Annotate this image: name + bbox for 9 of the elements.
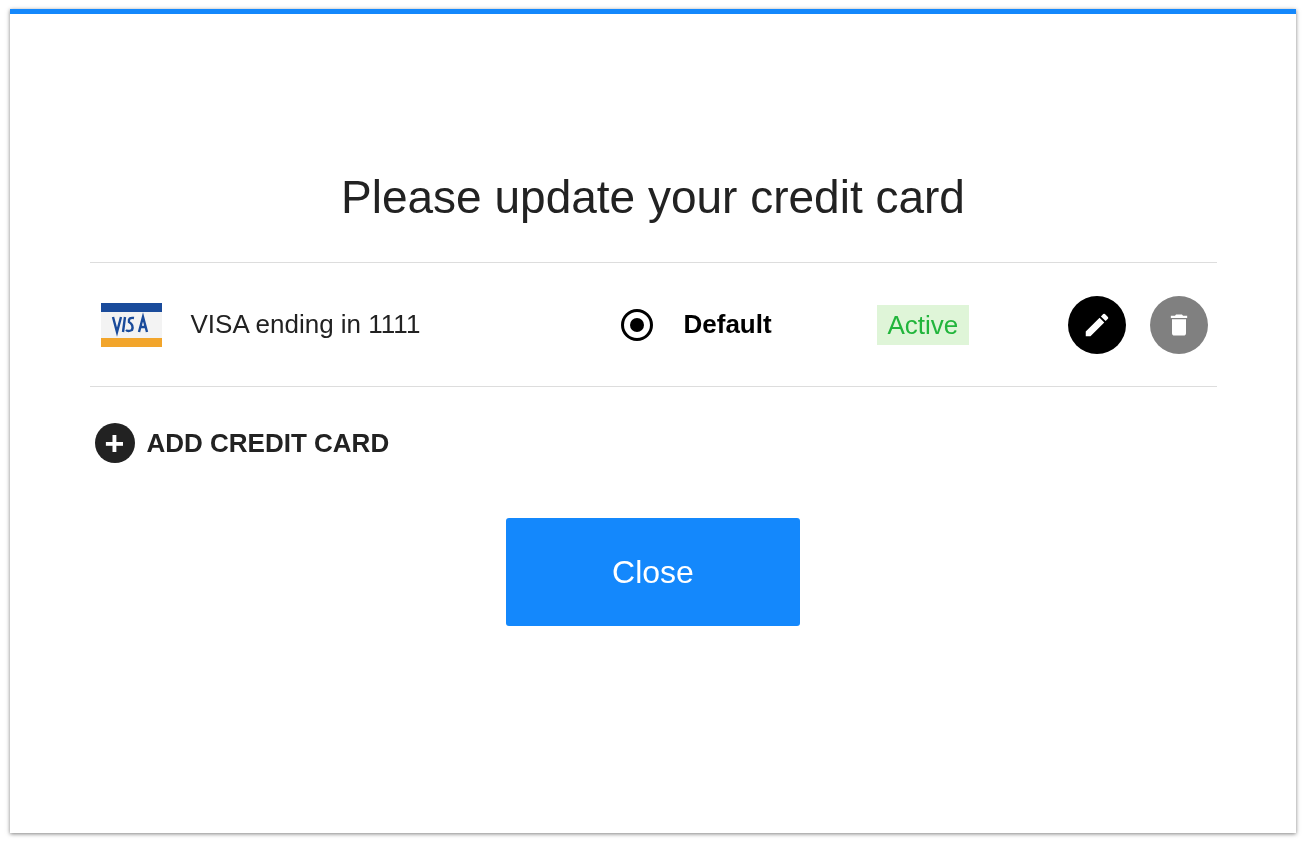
default-radio[interactable]	[620, 308, 653, 341]
card-label: VISA ending in 1111	[190, 308, 422, 341]
close-button[interactable]: Close	[506, 518, 800, 626]
card-logo-icon	[100, 302, 162, 347]
dialog-title: Please update your credit card	[341, 170, 965, 225]
default-label: Default	[683, 308, 773, 341]
add-credit-card-button[interactable]: + ADD CREDIT CARD	[94, 423, 390, 463]
plus-icon: +	[94, 423, 135, 463]
status-badge: Active	[876, 304, 970, 345]
